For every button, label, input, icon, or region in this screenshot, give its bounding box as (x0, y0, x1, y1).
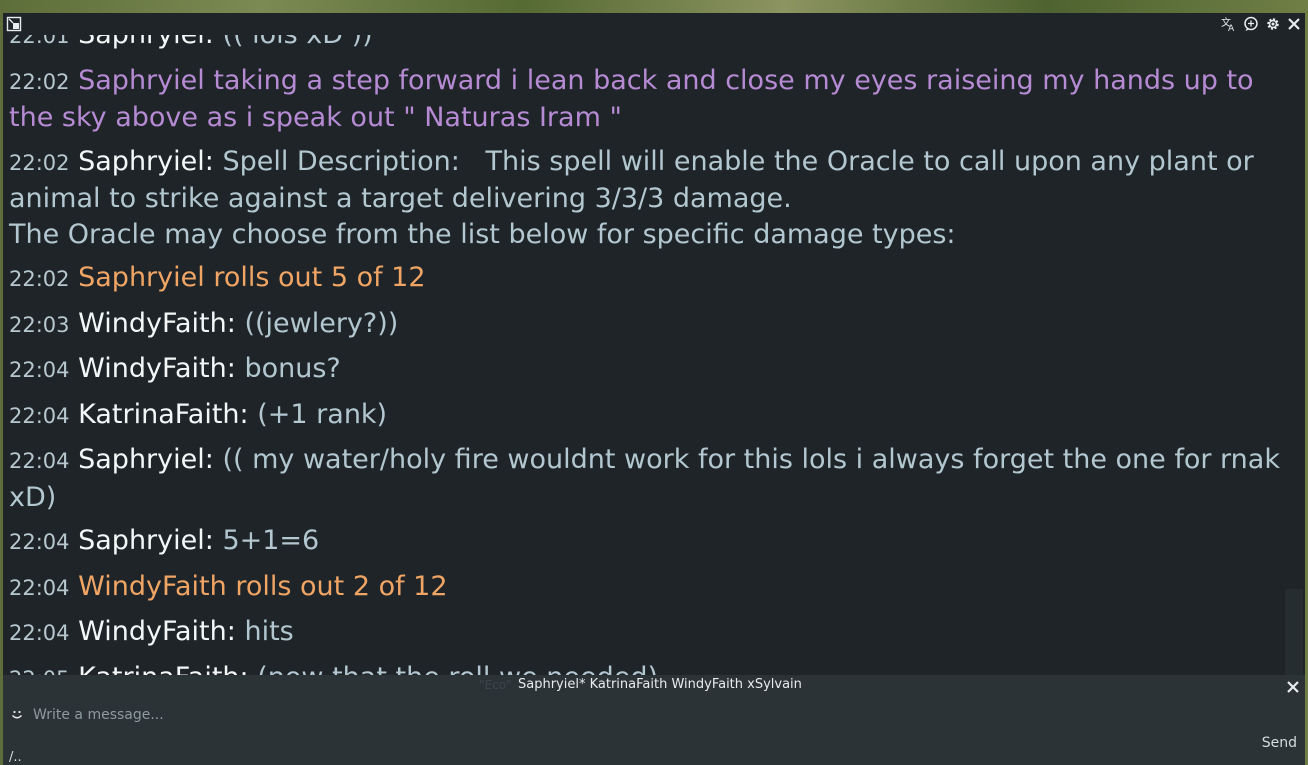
message-text: (( lols xD )) (222, 35, 372, 50)
message-timestamp: 22:03 (9, 312, 70, 337)
message-text: WindyFaith rolls out 2 of 12 (78, 570, 448, 602)
svg-text:A: A (1228, 24, 1235, 32)
message-timestamp: 22:04 (9, 403, 70, 428)
chat-message: 22:04 WindyFaith: bonus? (9, 351, 1285, 389)
participant-list[interactable]: Saphryiel* KatrinaFaith WindyFaith xSylv… (518, 677, 802, 692)
chat-message: 22:03 WindyFaith: ((jewlery?)) (9, 306, 1285, 344)
message-text: ((jewlery?)) (244, 307, 399, 339)
message-author[interactable]: WindyFaith: (78, 616, 236, 647)
message-author[interactable]: Saphryiel: (78, 146, 214, 177)
command-button[interactable]: /.. (9, 750, 22, 765)
message-author[interactable]: KatrinaFaith: (78, 399, 249, 430)
chat-message: 22:02 Saphryiel taking a step forward i … (9, 63, 1285, 136)
message-text: (+1 rank) (257, 398, 388, 430)
message-timestamp: 22:04 (9, 621, 70, 645)
message-author[interactable]: Saphryiel: (78, 525, 214, 556)
message-text: hits (244, 616, 294, 647)
chat-log[interactable]: 22:01 Saphryiel: (( lols xD )) 22:02 Saph… (3, 35, 1285, 685)
message-timestamp: 22:02 (9, 267, 70, 291)
title-bar: 文 A (3, 13, 1305, 35)
scrollbar-thumb[interactable] (1285, 589, 1303, 685)
send-button[interactable]: Send (1262, 735, 1297, 751)
emoji-icon[interactable] (9, 706, 25, 726)
translate-icon[interactable]: 文 A (1221, 16, 1237, 36)
chat-message: 22:04 KatrinaFaith: (+1 rank) (9, 397, 1285, 435)
message-author[interactable]: Saphryiel: (78, 35, 214, 50)
message-list: 22:01 Saphryiel: (( lols xD )) 22:02 Saph… (9, 35, 1285, 685)
close-icon[interactable] (1287, 16, 1301, 36)
gear-icon[interactable] (1265, 16, 1281, 36)
scrollbar[interactable] (1285, 35, 1303, 685)
message-author[interactable]: WindyFaith: (78, 353, 236, 384)
compose-area: Send /.. (3, 697, 1305, 765)
message-author[interactable]: Saphryiel: (78, 444, 214, 475)
chat-message: 22:04 WindyFaith rolls out 2 of 12 (9, 569, 1285, 607)
participants-bar: "Eco" Saphryiel* KatrinaFaith WindyFaith… (3, 675, 1305, 697)
message-timestamp: 22:02 (9, 69, 70, 94)
message-timestamp: 22:04 (9, 530, 70, 554)
channel-tag: "Eco" (479, 678, 512, 692)
message-text: bonus? (244, 353, 341, 384)
message-author[interactable]: WindyFaith: (78, 308, 236, 339)
chat-message: 22:02 Saphryiel: Spell Description: This… (9, 144, 1285, 253)
chat-message: 22:01 Saphryiel: (( lols xD )) (9, 35, 1285, 55)
message-timestamp: 22:04 (9, 449, 70, 473)
message-timestamp: 22:04 (9, 575, 70, 600)
message-timestamp: 22:04 (9, 358, 70, 382)
message-timestamp: 22:01 (9, 35, 70, 48)
message-text: Saphryiel taking a step forward i lean b… (9, 64, 1263, 134)
chat-bubble-icon[interactable] (1243, 16, 1259, 36)
chat-window: 文 A 22:01 22:02 Saphryiel taking a step … (3, 13, 1305, 765)
message-input[interactable] (33, 703, 1213, 727)
message-text: Saphryiel rolls out 5 of 12 (78, 262, 426, 293)
close-icon[interactable] (1286, 679, 1300, 698)
message-text: 5+1=6 (222, 525, 320, 556)
chat-message: 22:04 Saphryiel: (( my water/holy fire w… (9, 442, 1285, 515)
popout-icon[interactable] (6, 16, 22, 36)
chat-message: 22:04 WindyFaith: hits (9, 614, 1285, 652)
chat-message: 22:04 Saphryiel: 5+1=6 (9, 523, 1285, 561)
message-timestamp: 22:02 (9, 150, 70, 175)
chat-message: 22:02 Saphryiel rolls out 5 of 12 (9, 260, 1285, 298)
